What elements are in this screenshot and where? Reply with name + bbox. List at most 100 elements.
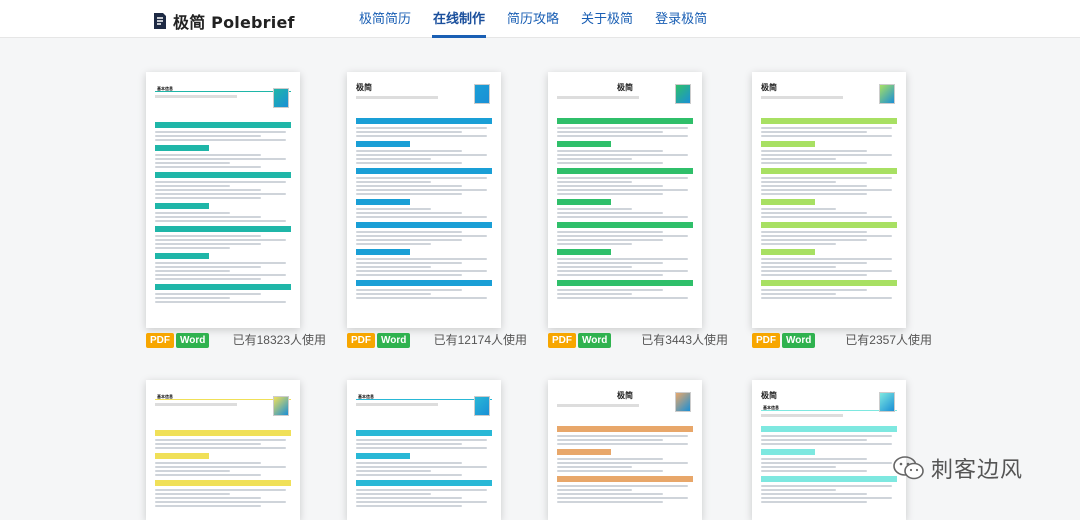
template-preview-section: 基本信息 [155, 394, 291, 400]
template-text-line [557, 208, 632, 210]
site-logo[interactable]: 极简 Polebrief [153, 9, 295, 33]
nav-login[interactable]: 登录极简 [644, 0, 718, 38]
template-section-bar [557, 476, 693, 482]
template-text-line [356, 162, 463, 164]
template-section-bar [356, 249, 411, 255]
template-text-line [761, 466, 836, 468]
template-text-line [155, 158, 286, 160]
template-text-line [356, 293, 431, 295]
template-preview-contact [761, 414, 843, 417]
resume-template-card[interactable]: 极简 [347, 72, 501, 328]
template-preview-contact [761, 96, 843, 99]
template-text-line [356, 289, 463, 291]
nav-jianli[interactable]: 极简简历 [348, 0, 422, 38]
template-text-line [557, 189, 688, 191]
template-section-bar [761, 249, 816, 255]
template-text-line [761, 212, 868, 214]
template-text-line [761, 177, 892, 179]
template-preview-name: 极简 [761, 391, 777, 400]
template-text-line [557, 266, 632, 268]
template-text-line [761, 443, 892, 445]
template-section-bar [761, 222, 897, 228]
template-text-line [557, 262, 664, 264]
template-text-line [557, 289, 664, 291]
template-text-line [761, 127, 892, 129]
template-text-line [761, 462, 892, 464]
pdf-badge[interactable]: PDF [752, 332, 780, 348]
template-preview-header: 极简 [557, 82, 693, 114]
template-text-line [155, 193, 286, 195]
resume-template-card[interactable]: 极简 [752, 72, 906, 328]
template-text-line [557, 239, 664, 241]
template-text-line [356, 235, 487, 237]
template-text-line [761, 239, 868, 241]
template-text-line [557, 466, 632, 468]
nav-guide[interactable]: 简历攻略 [496, 0, 570, 38]
template-text-line [356, 501, 487, 503]
template-text-line [356, 466, 487, 468]
template-text-line [155, 297, 230, 299]
template-section-bar [356, 480, 492, 486]
template-section-bar [557, 199, 612, 205]
template-text-line [356, 208, 431, 210]
template-section-bar [761, 168, 897, 174]
nav-about[interactable]: 关于极简 [570, 0, 644, 38]
template-text-line [557, 131, 664, 133]
pdf-badge[interactable]: PDF [146, 332, 174, 348]
template-photo [879, 392, 895, 412]
template-text-line [557, 177, 688, 179]
template-text-line [356, 266, 431, 268]
template-text-line [557, 135, 688, 137]
resume-template-card[interactable]: 极简 [548, 72, 702, 328]
template-preview-contact [557, 96, 639, 99]
template-text-line [761, 439, 868, 441]
template-preview-contact [356, 96, 438, 99]
template-text-line [557, 435, 688, 437]
template-text-line [557, 443, 688, 445]
template-text-line [155, 266, 262, 268]
template-text-line [155, 474, 262, 476]
template-text-line [761, 243, 836, 245]
template-text-line [356, 243, 431, 245]
template-text-line [761, 266, 836, 268]
template-text-line [155, 131, 286, 133]
template-preview-contact [155, 403, 237, 406]
template-text-line [761, 270, 892, 272]
resume-template-card[interactable]: 基本信息 [347, 380, 501, 520]
template-text-line [761, 181, 836, 183]
template-text-line [356, 274, 463, 276]
template-text-line [557, 274, 664, 276]
resume-template-card[interactable]: 极简 基本信息 [752, 380, 906, 520]
template-text-line [356, 297, 487, 299]
template-usage-count: 已有12174人使用 [433, 333, 527, 347]
template-text-line [557, 258, 688, 260]
template-preview-header: 基本信息 [155, 394, 291, 426]
pdf-badge[interactable]: PDF [548, 332, 576, 348]
template-section-bar [557, 449, 612, 455]
pdf-badge[interactable]: PDF [347, 332, 375, 348]
template-text-line [356, 443, 463, 445]
template-text-line [155, 243, 262, 245]
template-text-line [356, 127, 487, 129]
template-text-line [155, 185, 230, 187]
template-photo [273, 88, 289, 108]
template-text-line [761, 293, 836, 295]
template-usage-count: 已有18323人使用 [232, 333, 326, 347]
template-text-line [761, 154, 892, 156]
resume-template-card[interactable]: 基本信息 [146, 380, 300, 520]
template-photo [474, 396, 490, 416]
resume-template-card[interactable]: 极简 [548, 380, 702, 520]
template-text-line [557, 235, 688, 237]
template-section-bar [356, 222, 492, 228]
template-text-line [356, 189, 487, 191]
nav-online-make[interactable]: 在线制作 [422, 0, 496, 38]
template-preview-header: 极简 [356, 82, 492, 114]
template-text-line [155, 216, 262, 218]
resume-template-card[interactable]: 基本信息 [146, 72, 300, 328]
template-text-line [155, 439, 286, 441]
template-preview-section: 基本信息 [155, 86, 291, 92]
template-text-line [557, 154, 688, 156]
template-text-line [356, 258, 487, 260]
template-text-line [557, 458, 664, 460]
template-text-line [557, 489, 632, 491]
